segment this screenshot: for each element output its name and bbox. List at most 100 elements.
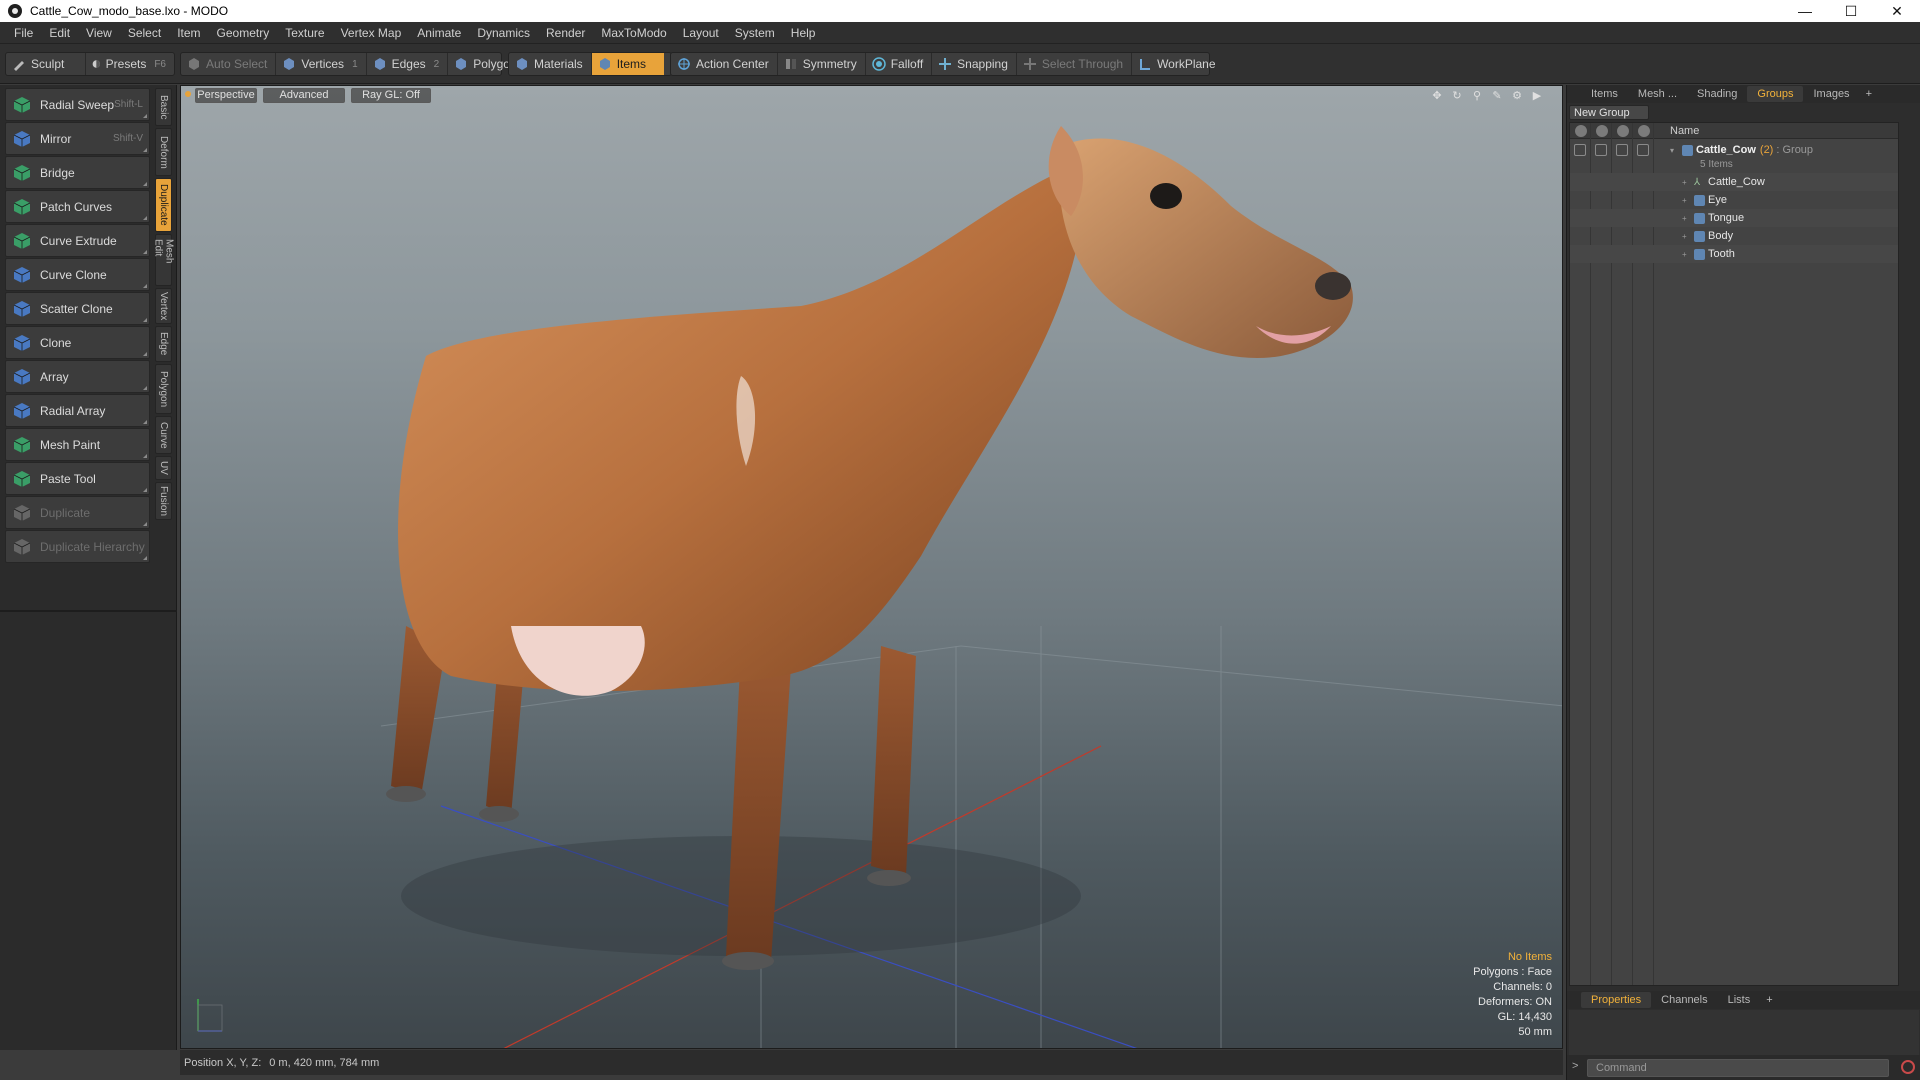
tool-duplicate[interactable]: Duplicate <box>5 496 150 529</box>
tree-item-cattle-cow[interactable]: + ⅄ Cattle_Cow <box>1570 173 1898 191</box>
menu-select[interactable]: Select <box>120 22 169 44</box>
workplane-button[interactable]: WorkPlane <box>1132 53 1223 75</box>
add-tab-button[interactable]: + <box>1860 86 1878 102</box>
menu-maxtomodo[interactable]: MaxToModo <box>593 22 674 44</box>
maximize-button[interactable]: ☐ <box>1828 0 1874 22</box>
vtab-duplicate[interactable]: Duplicate <box>155 178 172 232</box>
sculpt-button[interactable]: Sculpt <box>6 53 86 75</box>
tab-mesh[interactable]: Mesh ... <box>1628 86 1687 102</box>
menu-system[interactable]: System <box>727 22 783 44</box>
menu-geometry[interactable]: Geometry <box>209 22 278 44</box>
item-expand-icon[interactable]: + <box>1682 250 1690 259</box>
menu-vertex-map[interactable]: Vertex Map <box>333 22 410 44</box>
tool-mirror[interactable]: Mirror Shift-V <box>5 122 150 155</box>
add-properties-tab-button[interactable]: + <box>1760 992 1778 1008</box>
materials-button[interactable]: Materials <box>509 53 592 75</box>
group-select-toggle[interactable] <box>1637 144 1649 156</box>
menu-layout[interactable]: Layout <box>675 22 727 44</box>
tool-duplicate-hierarchy[interactable]: Duplicate Hierarchy <box>5 530 150 563</box>
group-lock-toggle[interactable] <box>1616 144 1628 156</box>
tool-curve-clone[interactable]: Curve Clone <box>5 258 150 291</box>
command-input[interactable] <box>1587 1058 1889 1077</box>
close-button[interactable]: ✕ <box>1874 0 1920 22</box>
vtab-vertex[interactable]: Vertex <box>155 288 172 324</box>
menu-file[interactable]: File <box>6 22 41 44</box>
tool-scatter-clone[interactable]: Scatter Clone <box>5 292 150 325</box>
record-macro-icon[interactable] <box>1901 1060 1915 1074</box>
zoom-icon[interactable]: ⚲ <box>1470 88 1484 102</box>
group-visibility-toggle[interactable] <box>1574 144 1586 156</box>
select-through-button[interactable]: Select Through <box>1017 53 1133 75</box>
group-render-toggle[interactable] <box>1595 144 1607 156</box>
vtab-deform[interactable]: Deform <box>155 128 172 176</box>
tool-clone[interactable]: Clone <box>5 326 150 359</box>
lock-column-icon[interactable] <box>1617 125 1629 137</box>
snapping-button[interactable]: Snapping <box>932 53 1017 75</box>
vtab-basic[interactable]: Basic <box>155 88 172 126</box>
items-button[interactable]: Items <box>591 53 664 75</box>
item-expand-icon[interactable]: + <box>1682 232 1690 241</box>
vtab-edge[interactable]: Edge <box>155 326 172 362</box>
edges-button[interactable]: Edges 2 <box>367 53 449 75</box>
tab-shading[interactable]: Shading <box>1687 86 1747 102</box>
tab-groups[interactable]: Groups <box>1747 86 1804 102</box>
visibility-column-icon[interactable] <box>1575 125 1587 137</box>
item-expand-icon[interactable]: + <box>1682 196 1690 205</box>
shading-mode-dropdown[interactable]: Advanced <box>263 87 345 103</box>
select-column-icon[interactable] <box>1638 125 1650 137</box>
cow-eye <box>1150 183 1182 209</box>
vtab-uv[interactable]: UV <box>155 456 172 480</box>
tool-paste-tool[interactable]: Paste Tool <box>5 462 150 495</box>
3d-viewport[interactable]: Perspective Advanced Ray GL: Off ✥ ↻ ⚲ ✎… <box>180 85 1563 1049</box>
tab-lists[interactable]: Lists <box>1718 992 1761 1008</box>
pan-icon[interactable]: ✥ <box>1430 88 1444 102</box>
menu-dynamics[interactable]: Dynamics <box>469 22 538 44</box>
menu-animate[interactable]: Animate <box>409 22 469 44</box>
falloff-button[interactable]: Falloff <box>866 53 933 75</box>
vtab-label: Deform <box>158 135 169 169</box>
rotate-icon[interactable]: ↻ <box>1450 88 1464 102</box>
brush-tool-icon[interactable]: ✎ <box>1490 88 1504 102</box>
menu-texture[interactable]: Texture <box>277 22 332 44</box>
tree-item-tooth[interactable]: + Tooth <box>1570 245 1898 263</box>
tool-radial-sweep[interactable]: Radial Sweep Shift-L <box>5 88 150 121</box>
tool-mesh-paint[interactable]: Mesh Paint <box>5 428 150 461</box>
new-group-button[interactable]: New Group <box>1569 105 1649 120</box>
minimize-button[interactable]: — <box>1782 0 1828 22</box>
tab-images[interactable]: Images <box>1803 86 1859 102</box>
menu-item[interactable]: Item <box>169 22 208 44</box>
tool-curve-extrude[interactable]: Curve Extrude <box>5 224 150 257</box>
tool-bridge[interactable]: Bridge <box>5 156 150 189</box>
group-row-cattle-cow[interactable]: ▾ Cattle_Cow (2) : Group <box>1570 141 1898 159</box>
tool-array[interactable]: Array <box>5 360 150 393</box>
tab-items[interactable]: Items <box>1581 86 1628 102</box>
tree-item-body[interactable]: + Body <box>1570 227 1898 245</box>
menu-view[interactable]: View <box>78 22 120 44</box>
vtab-curve[interactable]: Curve <box>155 416 172 454</box>
auto-select-button[interactable]: Auto Select <box>181 53 277 75</box>
symmetry-button[interactable]: Symmetry <box>778 53 866 75</box>
tab-channels[interactable]: Channels <box>1651 992 1717 1008</box>
tree-item-eye[interactable]: + Eye <box>1570 191 1898 209</box>
item-expand-icon[interactable]: + <box>1682 214 1690 223</box>
tool-patch-curves[interactable]: Patch Curves <box>5 190 150 223</box>
item-expand-icon[interactable]: + <box>1682 178 1690 187</box>
presets-button[interactable]: Presets F6 <box>86 53 174 75</box>
menu-render[interactable]: Render <box>538 22 593 44</box>
tab-properties[interactable]: Properties <box>1581 992 1652 1008</box>
tool-radial-array[interactable]: Radial Array <box>5 394 150 427</box>
action-center-button[interactable]: Action Center <box>671 53 778 75</box>
tree-item-tongue[interactable]: + Tongue <box>1570 209 1898 227</box>
vtab-mesh-edit[interactable]: Mesh Edit <box>153 234 175 286</box>
expand-arrow-icon[interactable]: ▶ <box>1530 88 1544 102</box>
group-expand-icon[interactable]: ▾ <box>1670 146 1678 155</box>
vtab-fusion[interactable]: Fusion <box>155 482 172 520</box>
view-type-dropdown[interactable]: Perspective <box>195 87 257 103</box>
menu-help[interactable]: Help <box>783 22 824 44</box>
viewport-settings-icon[interactable]: ⚙ <box>1510 88 1524 102</box>
raygl-toggle[interactable]: Ray GL: Off <box>351 87 431 103</box>
render-column-icon[interactable] <box>1596 125 1608 137</box>
vertices-button[interactable]: Vertices 1 <box>276 53 367 75</box>
vtab-polygon[interactable]: Polygon <box>155 364 172 414</box>
menu-edit[interactable]: Edit <box>41 22 78 44</box>
